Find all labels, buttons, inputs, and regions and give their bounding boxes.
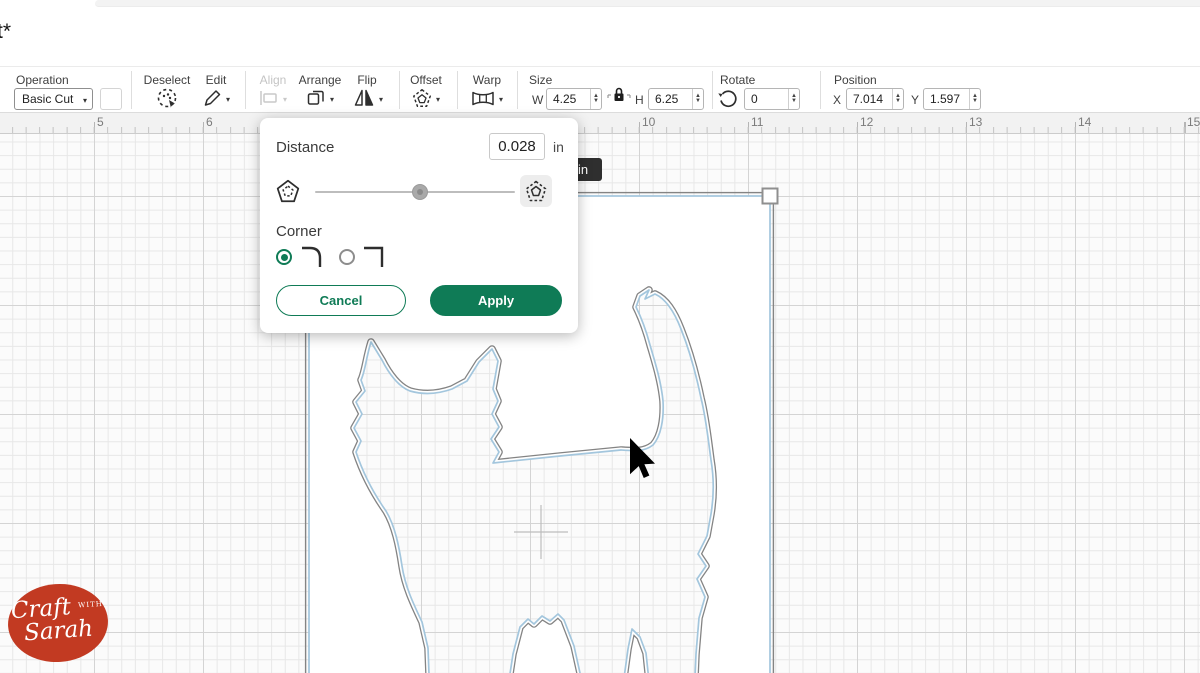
size-h-input[interactable] <box>649 89 692 109</box>
align-label: Align <box>260 73 287 87</box>
project-title: t* <box>0 20 11 44</box>
corner-rounded-radio[interactable] <box>276 249 292 265</box>
divider <box>820 71 821 109</box>
divider <box>517 71 518 109</box>
operation-select-value: Basic Cut <box>22 92 73 106</box>
size-label: Size <box>529 73 552 87</box>
cat-design[interactable] <box>0 134 1200 673</box>
position-label: Position <box>834 73 877 87</box>
align-icon <box>258 87 280 109</box>
ruler-number: 10 <box>642 115 655 129</box>
flip-icon[interactable] <box>352 87 376 109</box>
position-y-stepper[interactable]: ▲▼ <box>969 89 980 109</box>
divider <box>399 71 400 109</box>
chevron-down-icon: ▾ <box>83 96 87 105</box>
ruler-number: 5 <box>97 115 104 129</box>
edit-pencil-icon[interactable] <box>201 87 223 109</box>
distance-slider-handle[interactable] <box>412 184 428 200</box>
edit-label: Edit <box>206 73 227 87</box>
selection-center-crosshair <box>514 505 568 559</box>
size-w-stepper[interactable]: ▲▼ <box>590 89 601 109</box>
size-w-input[interactable] <box>547 89 590 109</box>
flip-caret-icon[interactable]: ▾ <box>379 95 383 104</box>
distance-slider-track[interactable] <box>315 191 515 193</box>
position-x-label: X <box>833 93 841 107</box>
offset-large-icon <box>524 179 548 203</box>
position-y-input[interactable] <box>924 89 969 109</box>
ruler-minor-ticks <box>0 127 1200 133</box>
ruler-number: 12 <box>860 115 873 129</box>
rotate-input[interactable] <box>745 89 788 109</box>
warp-caret-icon[interactable]: ▾ <box>499 95 503 104</box>
flip-label: Flip <box>357 73 376 87</box>
offset-caret-icon[interactable]: ▾ <box>436 95 440 104</box>
resize-handle[interactable] <box>763 189 778 204</box>
design-canvas[interactable] <box>0 134 1200 673</box>
ruler-number: 6 <box>206 115 213 129</box>
divider <box>457 71 458 109</box>
apply-button[interactable]: Apply <box>430 285 562 316</box>
distance-unit-label: in <box>553 139 564 155</box>
divider <box>712 71 713 109</box>
divider <box>245 71 246 109</box>
offset-large-icon-button[interactable] <box>520 175 552 207</box>
logo-word-with: with <box>78 600 103 610</box>
arrange-icon[interactable] <box>305 87 327 109</box>
deselect-icon[interactable] <box>156 87 179 110</box>
size-w-label: W <box>532 93 543 107</box>
position-x-stepper[interactable]: ▲▼ <box>892 89 903 109</box>
warp-icon[interactable] <box>470 87 496 109</box>
operation-label: Operation <box>16 73 69 87</box>
position-x-input[interactable] <box>847 89 892 109</box>
color-swatch[interactable] <box>100 88 122 110</box>
offset-icon[interactable] <box>411 87 433 109</box>
logo-word-sarah: Sarah <box>8 616 109 647</box>
ruler-number: 13 <box>969 115 982 129</box>
distance-input[interactable] <box>489 133 545 160</box>
ruler-number: 15 <box>1187 115 1200 129</box>
toolbar: Operation Basic Cut ▾ Deselect Edit ▾ Al… <box>0 66 1200 112</box>
corner-label: Corner <box>276 223 322 240</box>
position-y-field[interactable]: ▲▼ <box>923 88 981 110</box>
size-h-label: H <box>635 93 644 107</box>
deselect-label: Deselect <box>144 73 191 87</box>
size-h-field[interactable]: ▲▼ <box>648 88 704 110</box>
ruler-number: 14 <box>1078 115 1091 129</box>
rotate-field[interactable]: ▲▼ <box>744 88 800 110</box>
offset-panel: Distance in Corner Cancel Apply <box>260 118 578 333</box>
cancel-button[interactable]: Cancel <box>276 285 406 316</box>
rotate-icon[interactable] <box>716 87 740 111</box>
corner-square-radio[interactable] <box>339 249 355 265</box>
arrange-caret-icon[interactable]: ▾ <box>330 95 334 104</box>
offset-small-icon[interactable] <box>275 178 301 204</box>
size-h-stepper[interactable]: ▲▼ <box>692 89 703 109</box>
operation-select[interactable]: Basic Cut ▾ <box>14 88 93 110</box>
horizontal-ruler: 5 6 10 11 12 13 14 15 <box>0 112 1200 134</box>
distance-label: Distance <box>276 139 334 156</box>
position-y-label: Y <box>911 93 919 107</box>
align-caret-icon: ▾ <box>283 95 287 104</box>
warp-label: Warp <box>473 73 501 87</box>
size-w-field[interactable]: ▲▼ <box>546 88 602 110</box>
corner-square-icon <box>362 243 386 269</box>
ruler-number: 11 <box>751 115 763 129</box>
divider <box>131 71 132 109</box>
position-x-field[interactable]: ▲▼ <box>846 88 904 110</box>
rotate-stepper[interactable]: ▲▼ <box>788 89 799 109</box>
edit-caret-icon[interactable]: ▾ <box>226 95 230 104</box>
browser-top-strip <box>95 0 1200 7</box>
offset-label: Offset <box>410 73 442 87</box>
arrange-label: Arrange <box>299 73 342 87</box>
rotate-label: Rotate <box>720 73 755 87</box>
corner-rounded-icon <box>300 243 324 269</box>
lock-icon[interactable] <box>606 83 632 109</box>
